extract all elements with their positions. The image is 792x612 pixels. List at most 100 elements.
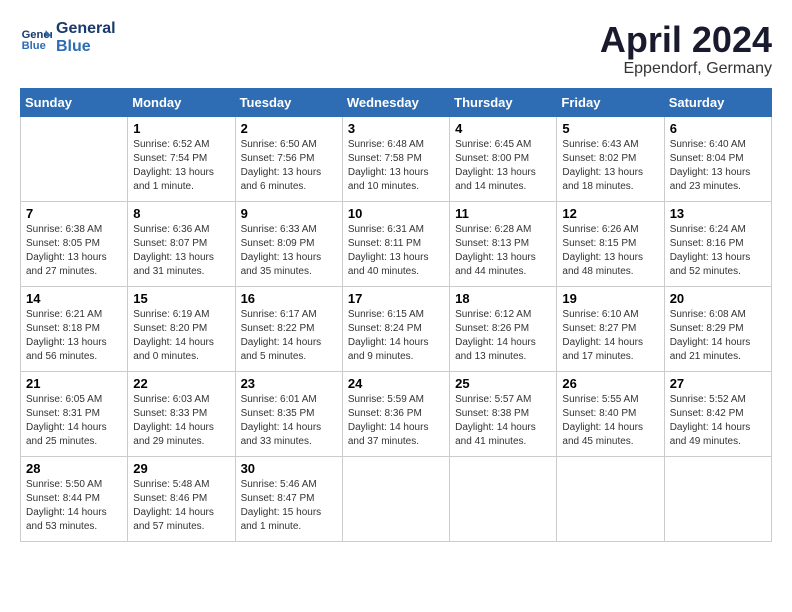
calendar-cell: 23 Sunrise: 6:01 AMSunset: 8:35 PMDayligh…	[235, 371, 342, 456]
day-number: 12	[562, 206, 658, 221]
day-info: Sunrise: 6:31 AMSunset: 8:11 PMDaylight:…	[348, 223, 444, 279]
day-number: 29	[133, 461, 229, 476]
day-number: 8	[133, 206, 229, 221]
calendar-cell	[21, 116, 128, 201]
location-subtitle: Eppendorf, Germany	[600, 60, 772, 78]
calendar-cell: 10Sunrise: 6:31 AMSunset: 8:11 PMDayligh…	[342, 201, 449, 286]
calendar-cell: 13 Sunrise: 6:24 AMSunset: 8:16 PMDayligh…	[664, 201, 771, 286]
day-number: 14	[26, 291, 122, 306]
day-number: 25	[455, 376, 551, 391]
day-number: 23	[241, 376, 337, 391]
day-info: Sunrise: 6:45 AMSunset: 8:00 PMDaylight:…	[455, 138, 551, 194]
logo: General Blue General Blue	[20, 20, 116, 55]
calendar-cell	[342, 456, 449, 541]
day-number: 15	[133, 291, 229, 306]
day-number: 28	[26, 461, 122, 476]
weekday-header-friday: Friday	[557, 88, 664, 116]
day-number: 20	[670, 291, 766, 306]
day-number: 11	[455, 206, 551, 221]
day-number: 26	[562, 376, 658, 391]
day-number: 1	[133, 121, 229, 136]
day-number: 3	[348, 121, 444, 136]
calendar-cell: 6 Sunrise: 6:40 AMSunset: 8:04 PMDaylight…	[664, 116, 771, 201]
day-info: Sunrise: 6:10 AMSunset: 8:27 PMDaylight:…	[562, 308, 658, 364]
calendar-cell: 8Sunrise: 6:36 AMSunset: 8:07 PMDaylight…	[128, 201, 235, 286]
day-info: Sunrise: 6:38 AMSunset: 8:05 PMDaylight:…	[26, 223, 122, 279]
day-info: Sunrise: 6:05 AMSunset: 8:31 PMDaylight:…	[26, 393, 122, 449]
day-info: Sunrise: 6:43 AMSunset: 8:02 PMDaylight:…	[562, 138, 658, 194]
day-number: 24	[348, 376, 444, 391]
svg-text:Blue: Blue	[22, 40, 46, 52]
calendar-cell: 26 Sunrise: 5:55 AMSunset: 8:40 PMDayligh…	[557, 371, 664, 456]
day-info: Sunrise: 6:26 AMSunset: 8:15 PMDaylight:…	[562, 223, 658, 279]
calendar-cell: 9Sunrise: 6:33 AMSunset: 8:09 PMDaylight…	[235, 201, 342, 286]
calendar-cell: 28Sunrise: 5:50 AMSunset: 8:44 PMDayligh…	[21, 456, 128, 541]
day-info: Sunrise: 5:48 AMSunset: 8:46 PMDaylight:…	[133, 478, 229, 534]
calendar-cell: 3 Sunrise: 6:48 AMSunset: 7:58 PMDaylight…	[342, 116, 449, 201]
day-info: Sunrise: 6:33 AMSunset: 8:09 PMDaylight:…	[241, 223, 337, 279]
day-info: Sunrise: 6:52 AMSunset: 7:54 PMDaylight:…	[133, 138, 229, 194]
weekday-header-wednesday: Wednesday	[342, 88, 449, 116]
calendar-cell	[450, 456, 557, 541]
calendar-cell: 22 Sunrise: 6:03 AMSunset: 8:33 PMDayligh…	[128, 371, 235, 456]
calendar-cell: 29 Sunrise: 5:48 AMSunset: 8:46 PMDayligh…	[128, 456, 235, 541]
calendar-cell: 24 Sunrise: 5:59 AMSunset: 8:36 PMDayligh…	[342, 371, 449, 456]
calendar-cell: 17 Sunrise: 6:15 AMSunset: 8:24 PMDayligh…	[342, 286, 449, 371]
day-number: 30	[241, 461, 337, 476]
calendar-cell: 2Sunrise: 6:50 AMSunset: 7:56 PMDaylight…	[235, 116, 342, 201]
day-number: 19	[562, 291, 658, 306]
calendar-cell: 14 Sunrise: 6:21 AMSunset: 8:18 PMDayligh…	[21, 286, 128, 371]
day-info: Sunrise: 6:08 AMSunset: 8:29 PMDaylight:…	[670, 308, 766, 364]
day-number: 22	[133, 376, 229, 391]
calendar-cell: 16 Sunrise: 6:17 AMSunset: 8:22 PMDayligh…	[235, 286, 342, 371]
day-info: Sunrise: 6:15 AMSunset: 8:24 PMDaylight:…	[348, 308, 444, 364]
day-number: 13	[670, 206, 766, 221]
day-number: 4	[455, 121, 551, 136]
calendar-cell: 12 Sunrise: 6:26 AMSunset: 8:15 PMDayligh…	[557, 201, 664, 286]
calendar-cell: 7Sunrise: 6:38 AMSunset: 8:05 PMDaylight…	[21, 201, 128, 286]
logo-line1: General	[56, 20, 116, 38]
calendar-week-2: 7Sunrise: 6:38 AMSunset: 8:05 PMDaylight…	[21, 201, 772, 286]
weekday-header-thursday: Thursday	[450, 88, 557, 116]
day-info: Sunrise: 6:40 AMSunset: 8:04 PMDaylight:…	[670, 138, 766, 194]
day-info: Sunrise: 5:46 AMSunset: 8:47 PMDaylight:…	[241, 478, 337, 534]
calendar-cell: 4 Sunrise: 6:45 AMSunset: 8:00 PMDaylight…	[450, 116, 557, 201]
weekday-header-sunday: Sunday	[21, 88, 128, 116]
calendar-cell: 25Sunrise: 5:57 AMSunset: 8:38 PMDayligh…	[450, 371, 557, 456]
title-block: April 2024 Eppendorf, Germany	[600, 20, 772, 78]
day-number: 5	[562, 121, 658, 136]
calendar-week-1: 1 Sunrise: 6:52 AMSunset: 7:54 PMDaylight…	[21, 116, 772, 201]
day-number: 21	[26, 376, 122, 391]
calendar-cell	[664, 456, 771, 541]
logo-icon: General Blue	[20, 22, 52, 54]
day-info: Sunrise: 6:50 AMSunset: 7:56 PMDaylight:…	[241, 138, 337, 194]
day-info: Sunrise: 6:03 AMSunset: 8:33 PMDaylight:…	[133, 393, 229, 449]
day-info: Sunrise: 6:17 AMSunset: 8:22 PMDaylight:…	[241, 308, 337, 364]
calendar-cell: 1 Sunrise: 6:52 AMSunset: 7:54 PMDaylight…	[128, 116, 235, 201]
day-info: Sunrise: 6:28 AMSunset: 8:13 PMDaylight:…	[455, 223, 551, 279]
day-info: Sunrise: 6:24 AMSunset: 8:16 PMDaylight:…	[670, 223, 766, 279]
day-info: Sunrise: 6:01 AMSunset: 8:35 PMDaylight:…	[241, 393, 337, 449]
day-number: 6	[670, 121, 766, 136]
calendar-cell: 5 Sunrise: 6:43 AMSunset: 8:02 PMDaylight…	[557, 116, 664, 201]
weekday-header-tuesday: Tuesday	[235, 88, 342, 116]
calendar-week-5: 28Sunrise: 5:50 AMSunset: 8:44 PMDayligh…	[21, 456, 772, 541]
day-number: 16	[241, 291, 337, 306]
month-title: April 2024	[600, 20, 772, 60]
weekday-header-monday: Monday	[128, 88, 235, 116]
day-info: Sunrise: 6:19 AMSunset: 8:20 PMDaylight:…	[133, 308, 229, 364]
day-info: Sunrise: 6:48 AMSunset: 7:58 PMDaylight:…	[348, 138, 444, 194]
day-info: Sunrise: 6:21 AMSunset: 8:18 PMDaylight:…	[26, 308, 122, 364]
day-info: Sunrise: 5:55 AMSunset: 8:40 PMDaylight:…	[562, 393, 658, 449]
calendar-cell: 27Sunrise: 5:52 AMSunset: 8:42 PMDayligh…	[664, 371, 771, 456]
logo-line2: Blue	[56, 38, 116, 56]
day-number: 18	[455, 291, 551, 306]
calendar-cell: 21 Sunrise: 6:05 AMSunset: 8:31 PMDayligh…	[21, 371, 128, 456]
day-number: 17	[348, 291, 444, 306]
page-header: General Blue General Blue April 2024 Epp…	[20, 20, 772, 78]
calendar-cell: 18Sunrise: 6:12 AMSunset: 8:26 PMDayligh…	[450, 286, 557, 371]
calendar-week-3: 14 Sunrise: 6:21 AMSunset: 8:18 PMDayligh…	[21, 286, 772, 371]
day-info: Sunrise: 5:59 AMSunset: 8:36 PMDaylight:…	[348, 393, 444, 449]
calendar-table: SundayMondayTuesdayWednesdayThursdayFrid…	[20, 88, 772, 542]
calendar-cell: 15 Sunrise: 6:19 AMSunset: 8:20 PMDayligh…	[128, 286, 235, 371]
